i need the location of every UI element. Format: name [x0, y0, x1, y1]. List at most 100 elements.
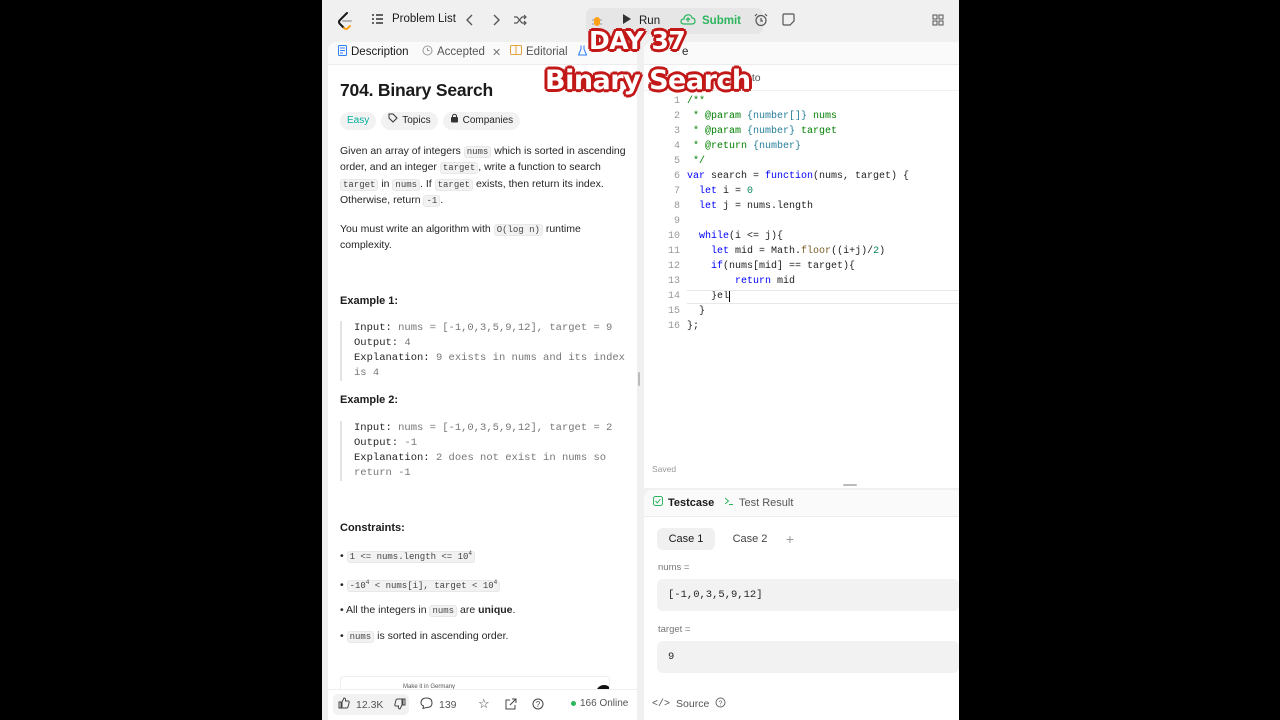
- share-button[interactable]: [505, 698, 517, 713]
- line-number: 5: [673, 156, 680, 167]
- example-2-heading: Example 2:: [340, 394, 399, 406]
- run-label: Run: [639, 14, 661, 27]
- code-line[interactable]: * @return {number}: [687, 141, 801, 152]
- prev-problem-button[interactable]: [465, 14, 475, 29]
- terminal-icon: [724, 496, 734, 509]
- code-brackets-icon: </>: [652, 698, 671, 710]
- code-line[interactable]: return mid: [687, 276, 795, 287]
- comments-button[interactable]: 139: [420, 697, 457, 712]
- line-number: 10: [667, 231, 680, 242]
- comment-count: 139: [439, 698, 457, 711]
- code-line[interactable]: var search = function(nums, target) {: [687, 171, 909, 182]
- code-line[interactable]: * @param {number[]} nums: [687, 111, 837, 122]
- checkbox-icon: [653, 496, 663, 509]
- topics-button[interactable]: Topics: [381, 111, 438, 130]
- code-line[interactable]: /**: [687, 96, 705, 107]
- line-number: 13: [667, 276, 680, 287]
- layout-button[interactable]: [932, 14, 944, 29]
- vertical-resize-handle[interactable]: [843, 484, 857, 486]
- line-number: 6: [673, 171, 680, 182]
- tab-test-result[interactable]: Test Result: [724, 496, 793, 509]
- tab-testcase-label: Testcase: [668, 496, 715, 509]
- complexity-requirement: You must write an algorithm with O(log n…: [340, 222, 630, 254]
- example-1-heading: Example 1:: [340, 294, 399, 307]
- companies-button[interactable]: Companies: [442, 111, 521, 130]
- code-line[interactable]: */: [687, 156, 705, 167]
- help-button[interactable]: ?: [532, 698, 544, 713]
- line-number: 11: [667, 246, 680, 257]
- notes-button[interactable]: [782, 13, 795, 29]
- code-editor-panel: e Auto 1/** 2 * @param {number[]} nums 3 *…: [644, 42, 959, 488]
- difficulty-badge[interactable]: Easy: [340, 111, 377, 130]
- tab-solutions[interactable]: [577, 45, 588, 59]
- random-problem-button[interactable]: [513, 14, 527, 29]
- list-icon: [371, 13, 384, 25]
- target-label: target =: [658, 624, 691, 635]
- code-line[interactable]: let mid = Math.floor((i+j)/2): [687, 246, 885, 257]
- target-input[interactable]: 9: [657, 641, 959, 673]
- constraint-emphasis: unique: [478, 604, 513, 616]
- example-2-output: Output: -1: [354, 436, 630, 451]
- shuffle-icon: [513, 14, 527, 29]
- next-problem-button[interactable]: [491, 14, 501, 29]
- alarm-clock-icon: [754, 13, 768, 30]
- tab-testcase[interactable]: Testcase: [653, 496, 714, 509]
- case-2-button[interactable]: Case 2: [722, 528, 778, 550]
- chevron-right-icon: [491, 14, 501, 29]
- svg-text:?: ?: [536, 700, 541, 709]
- constraint-text: is sorted in ascending order.: [374, 629, 509, 642]
- tab-description[interactable]: Description: [338, 45, 409, 59]
- star-icon: ☆: [478, 696, 490, 711]
- example-2-explanation: Explanation: 2 does not exist in nums so…: [354, 451, 630, 481]
- tab-editorial[interactable]: Editorial: [510, 45, 568, 58]
- inline-code: target: [439, 162, 479, 174]
- online-dot-icon: [571, 701, 576, 706]
- comment-icon: [420, 697, 433, 712]
- constraint-item: • All the integers in nums are unique.: [340, 604, 516, 617]
- constraint-text: < nums[i], target < 10: [369, 580, 494, 591]
- add-case-button[interactable]: +: [782, 528, 798, 550]
- like-button[interactable]: 12.3K: [338, 697, 383, 712]
- nums-label: nums =: [658, 562, 690, 573]
- panel-resize-handle[interactable]: [638, 372, 640, 386]
- close-icon[interactable]: ✕: [492, 46, 501, 59]
- source-link[interactable]: </> Source ?: [652, 697, 726, 711]
- tab-accepted[interactable]: Accepted ✕: [422, 45, 501, 59]
- thumbs-up-icon: [338, 697, 350, 712]
- line-number: 8: [673, 201, 680, 212]
- code-line[interactable]: }: [687, 306, 705, 317]
- favorite-button[interactable]: ☆: [478, 696, 490, 712]
- day-overlay-text: DAY 37: [589, 26, 686, 55]
- constraints-list: • 1 <= nums.length <= 104 • -104 < nums[…: [340, 546, 630, 645]
- case-1-label: Case 1: [668, 533, 704, 545]
- inline-code: -1: [423, 195, 441, 207]
- submit-button[interactable]: Submit: [680, 13, 741, 28]
- example-1-output: Output: 4: [354, 336, 630, 351]
- book-icon: [510, 45, 522, 58]
- nums-input[interactable]: [-1,0,3,5,9,12]: [657, 579, 959, 611]
- code-line[interactable]: let i = 0: [687, 186, 753, 197]
- dislike-button[interactable]: [394, 698, 406, 713]
- document-icon: [338, 45, 347, 59]
- note-icon: [782, 13, 795, 29]
- code-line[interactable]: while(i <= j){: [687, 231, 783, 242]
- difficulty-label: Easy: [347, 114, 370, 126]
- code-line[interactable]: * @param {number} target: [687, 126, 837, 137]
- line-number: 4: [673, 141, 680, 152]
- constraint-text: -10: [349, 580, 366, 591]
- code-line[interactable]: };: [687, 321, 699, 332]
- inline-code: nums: [392, 178, 421, 191]
- code-line[interactable]: if(nums[mid] == target){: [687, 261, 855, 272]
- code-line[interactable]: let j = nums.length: [687, 201, 813, 212]
- case-2-label: Case 2: [732, 533, 768, 545]
- problem-list-button[interactable]: Problem List: [371, 13, 456, 25]
- submit-label: Submit: [702, 14, 741, 27]
- statement-text: in: [378, 177, 393, 190]
- timer-button[interactable]: [754, 13, 768, 30]
- leetcode-logo[interactable]: [338, 12, 353, 30]
- topic-overlay-text: Binary Search: [545, 65, 751, 96]
- case-1-button[interactable]: Case 1: [657, 528, 715, 550]
- tab-accepted-label: Accepted: [437, 46, 485, 58]
- superscript: 4: [468, 550, 473, 557]
- plus-icon: +: [785, 531, 795, 547]
